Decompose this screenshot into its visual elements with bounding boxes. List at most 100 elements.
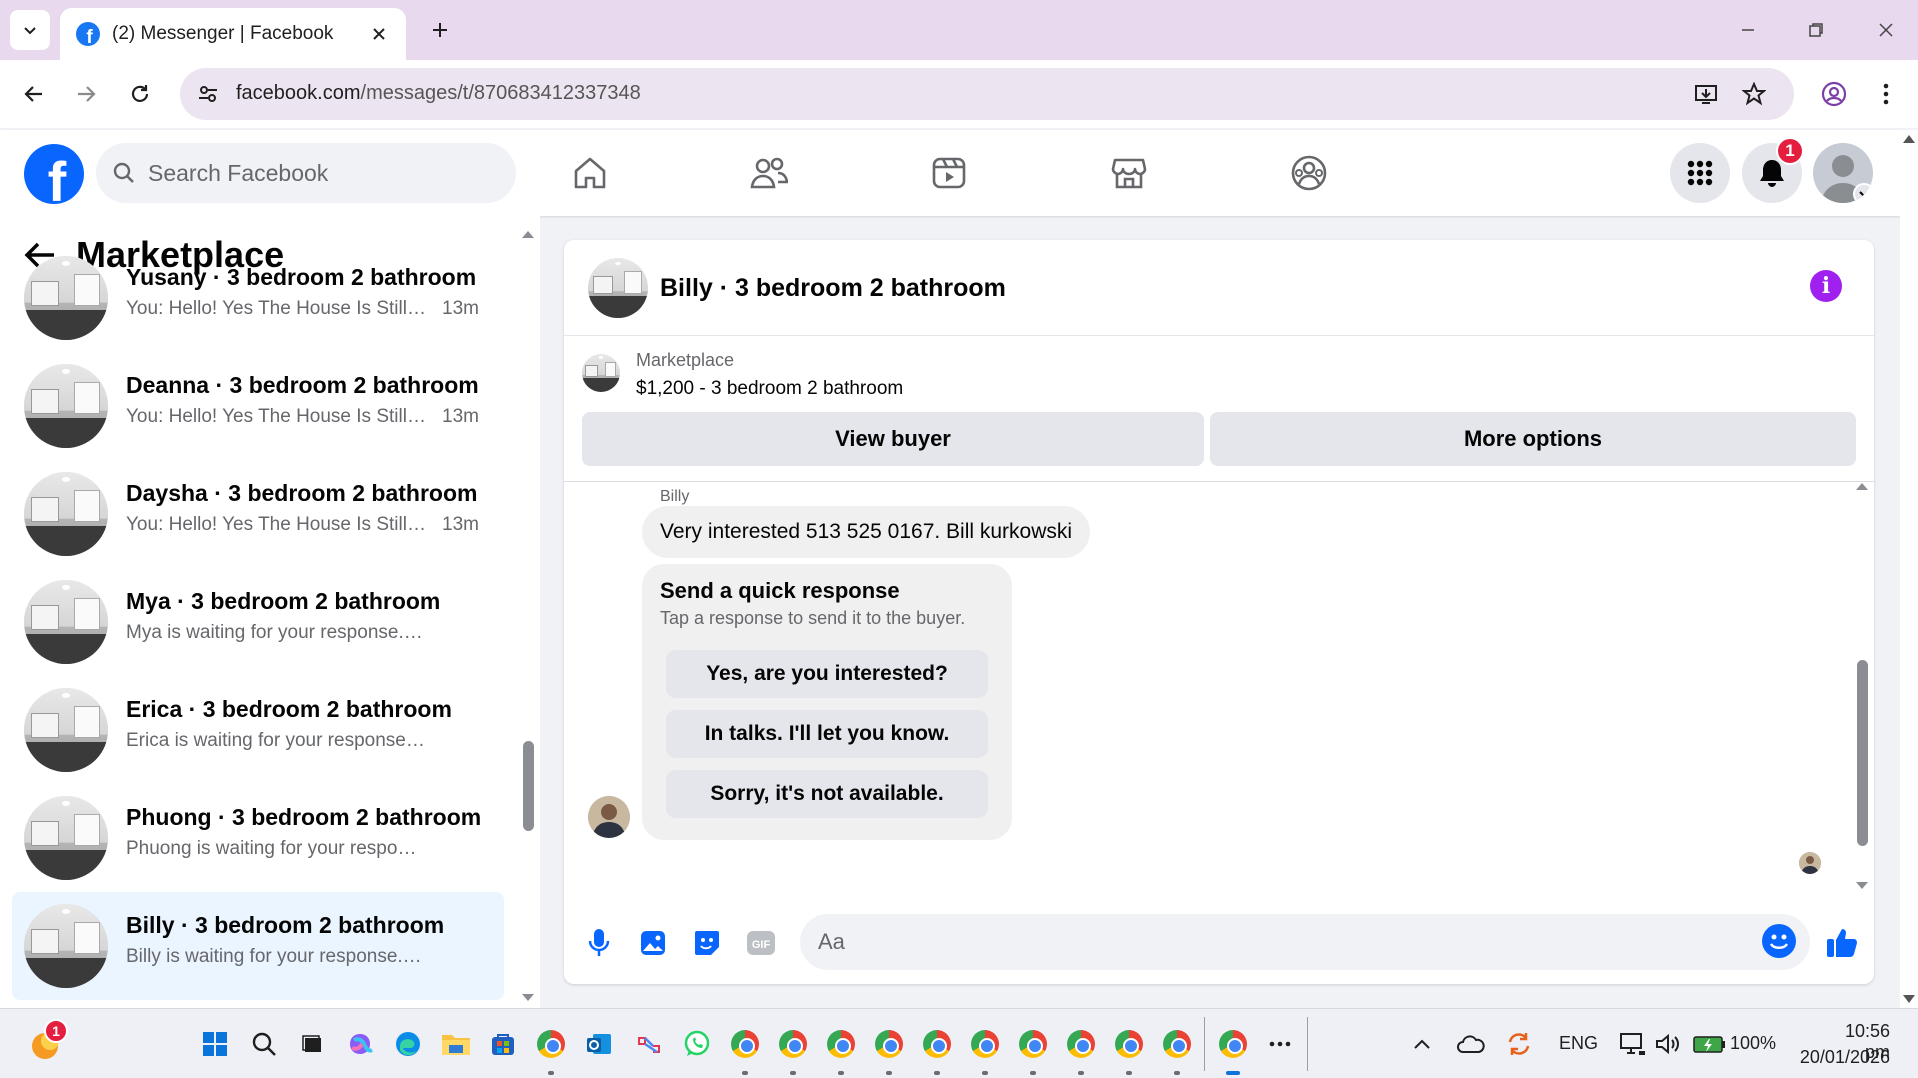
clock-date[interactable]: 20/01/2026 [1796,1047,1890,1068]
notifications-button[interactable]: 1 [1742,137,1804,203]
chat-scrollbar[interactable] [1854,480,1870,892]
sidebar-scrollbar[interactable] [520,228,536,1004]
listing-thumbnail [24,364,108,448]
reload-icon [131,85,149,102]
forward-button[interactable] [66,74,106,114]
more-apps-icon[interactable] [1263,1027,1297,1061]
account-avatar[interactable] [1813,143,1873,203]
search-input[interactable]: Search Facebook [96,143,516,203]
battery-icon[interactable] [1692,1027,1728,1061]
like-thumbs-up-icon[interactable] [1822,922,1862,962]
onedrive-cloud-icon[interactable] [1454,1027,1488,1061]
taskbar-search-icon[interactable] [247,1027,281,1061]
scroll-up-icon[interactable] [1900,132,1918,146]
nav-marketplace[interactable] [1104,148,1154,198]
quick-response-option[interactable]: Sorry, it's not available. [666,770,988,818]
quick-response-option[interactable]: Yes, are you interested? [666,650,988,698]
restore-button[interactable] [1796,12,1836,48]
outlook-icon[interactable] [582,1027,616,1061]
volume-icon[interactable] [1650,1027,1684,1061]
chrome-window-7-icon[interactable] [1016,1027,1050,1061]
minimize-button[interactable] [1728,12,1768,48]
task-view-icon[interactable] [296,1027,330,1061]
gif-icon[interactable]: GIF [744,926,778,960]
chevron-down-icon [24,27,36,35]
seen-receipt-avatar [1799,852,1821,874]
menu-button[interactable] [1670,143,1730,203]
close-window-button[interactable] [1866,12,1906,48]
show-hidden-icons-chevron-icon[interactable] [1405,1027,1439,1061]
tab-search-button[interactable] [10,10,50,50]
nav-video[interactable] [924,148,974,198]
scroll-down-icon[interactable] [1900,992,1918,1006]
conversation-item[interactable]: Deanna · 3 bedroom 2 bathroom You: Hello!… [12,352,504,460]
chrome-window-1-icon[interactable] [728,1027,762,1061]
photo-icon[interactable] [636,926,670,960]
tab-title: (2) Messenger | Facebook [112,23,334,44]
conversation-item[interactable]: Billy · 3 bedroom 2 bathroom Billy is wai… [12,892,504,1000]
chrome-window-8-icon[interactable] [1064,1027,1098,1061]
scroll-up-icon[interactable] [520,228,536,240]
sidebar-scroll-thumb[interactable] [523,741,534,831]
microphone-icon[interactable] [582,926,616,960]
weather-widget-icon[interactable]: 1 [30,1019,68,1061]
message-bubble[interactable]: Very interested 513 525 0167. Bill kurko… [642,506,1091,558]
back-button[interactable] [14,74,54,114]
conversation-item[interactable]: Mya · 3 bedroom 2 bathroom Mya is waiting… [12,568,504,676]
conversation-item[interactable]: Erica · 3 bedroom 2 bathroom Erica is wai… [12,676,504,784]
start-button[interactable] [198,1027,232,1061]
info-icon[interactable]: i [1810,270,1842,302]
listing-title[interactable]: $1,200 - 3 bedroom 2 bathroom [636,378,903,400]
conversation-item[interactable]: Daysha · 3 bedroom 2 bathroom You: Hello!… [12,460,504,568]
chrome-window-3-icon[interactable] [824,1027,858,1061]
chat-title[interactable]: Billy · 3 bedroom 2 bathroom [660,274,1006,303]
tab-close-icon[interactable] [368,23,390,45]
chrome-window-5-icon[interactable] [920,1027,954,1061]
facebook-logo[interactable]: f [24,144,84,204]
network-icon[interactable] [1616,1027,1650,1061]
chrome-window-9-icon[interactable] [1112,1027,1146,1061]
chrome-window-4-icon[interactable] [872,1027,906,1061]
page-scrollbar[interactable] [1900,130,1918,1008]
more-options-button[interactable]: More options [1210,412,1856,466]
sticker-icon[interactable] [690,926,724,960]
install-app-icon[interactable] [1690,78,1722,110]
chrome-active-window-icon[interactable] [1216,1027,1250,1061]
reload-button[interactable] [120,74,160,114]
nav-groups[interactable] [1284,148,1334,198]
browser-menu-icon[interactable] [1866,74,1906,114]
emoji-icon[interactable] [1762,924,1796,958]
copilot-icon[interactable] [343,1027,377,1061]
chat-listing-avatar[interactable] [588,258,648,318]
edge-icon[interactable] [391,1027,425,1061]
view-buyer-button[interactable]: View buyer [582,412,1204,466]
chat-scroll-thumb[interactable] [1857,660,1868,846]
chrome-window-2-icon[interactable] [776,1027,810,1061]
bookmark-star-icon[interactable] [1738,78,1770,110]
chrome-window-6-icon[interactable] [968,1027,1002,1061]
nav-friends[interactable] [744,148,794,198]
message-composer: GIF Aa [564,902,1874,984]
store-icon[interactable] [486,1027,520,1061]
new-tab-button[interactable] [424,14,456,46]
quick-response-option[interactable]: In talks. I'll let you know. [666,710,988,758]
site-info-icon[interactable] [194,80,222,108]
message-input[interactable]: Aa [800,914,1810,970]
nav-home[interactable] [565,148,615,198]
conversation-item[interactable]: Phuong · 3 bedroom 2 bathroom Phuong is w… [12,784,504,892]
scroll-up-icon[interactable] [1854,480,1870,492]
scroll-down-icon[interactable] [520,992,536,1004]
address-bar[interactable]: facebook.com/messages/t/870683412337348 [180,68,1794,120]
chrome-icon[interactable] [534,1027,568,1061]
scroll-down-icon[interactable] [1854,880,1870,892]
conversation-item[interactable]: Yusany · 3 bedroom 2 bathroom You: Hello!… [12,244,504,352]
browser-tab[interactable]: f (2) Messenger | Facebook [60,8,406,60]
whatsapp-icon[interactable] [680,1027,714,1061]
sync-icon[interactable] [1502,1027,1536,1061]
profile-icon[interactable] [1814,74,1854,114]
snipping-tool-icon[interactable] [632,1027,666,1061]
file-explorer-icon[interactable] [439,1027,473,1061]
language-indicator[interactable]: ENG [1559,1033,1598,1054]
chrome-window-10-icon[interactable] [1160,1027,1194,1061]
sender-avatar[interactable] [588,796,630,838]
